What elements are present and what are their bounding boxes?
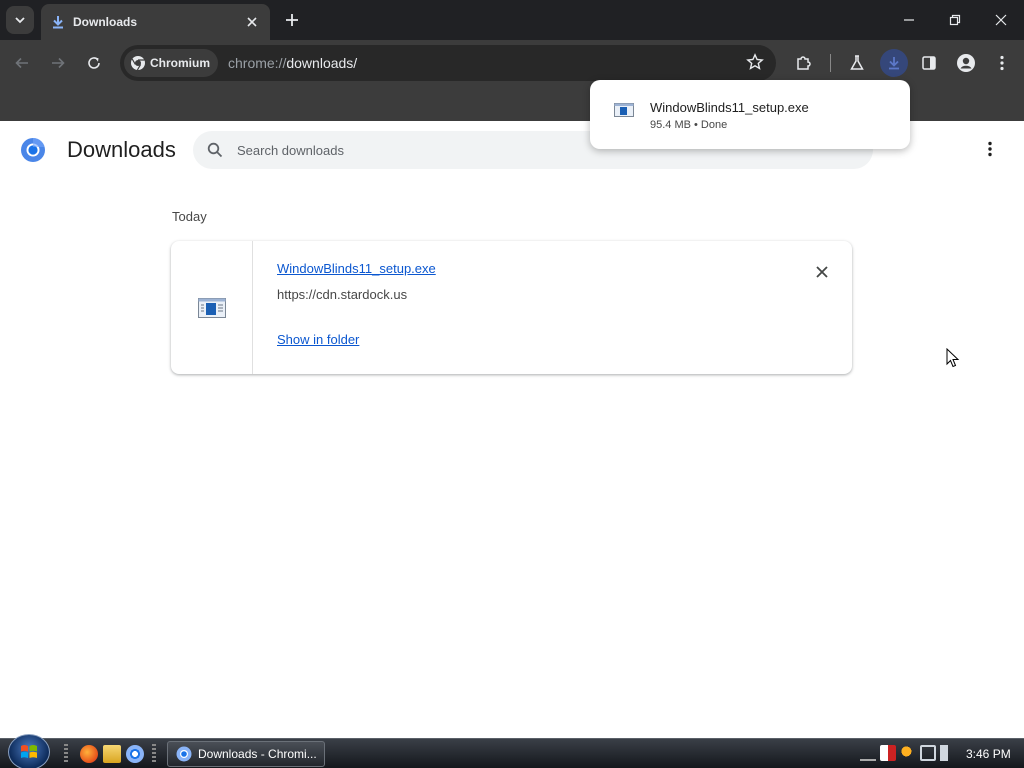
profile-button[interactable] xyxy=(952,49,980,77)
tab-search-button[interactable] xyxy=(6,6,34,34)
chevron-down-icon xyxy=(15,17,25,24)
taskbar: Downloads - Chromi... 3:46 PM xyxy=(0,734,1024,768)
file-icon-column xyxy=(171,241,253,374)
firefox-icon[interactable] xyxy=(80,745,98,763)
more-vert-icon xyxy=(988,141,992,157)
close-window-button[interactable] xyxy=(978,0,1024,40)
extensions-button[interactable] xyxy=(790,49,818,77)
plus-icon xyxy=(286,14,298,26)
file-name-link[interactable]: WindowBlinds11_setup.exe xyxy=(277,261,436,276)
system-tray xyxy=(860,745,956,761)
exe-file-icon xyxy=(614,103,634,117)
tray-hidden-icon[interactable] xyxy=(860,745,876,761)
account-icon xyxy=(957,54,975,72)
start-button[interactable] xyxy=(8,734,50,768)
download-icon xyxy=(53,16,63,29)
arrow-left-icon xyxy=(15,57,28,69)
taskbar-grip xyxy=(152,744,156,764)
reload-button[interactable] xyxy=(80,49,108,77)
chromium-logo-icon xyxy=(21,138,45,162)
file-source-url: https://cdn.stardock.us xyxy=(277,287,408,302)
minimize-button[interactable] xyxy=(886,0,932,40)
search-tray-icon[interactable] xyxy=(900,745,916,761)
bubble-file-name[interactable]: WindowBlinds11_setup.exe xyxy=(650,100,809,115)
address-bar[interactable]: Chromium chrome://downloads/ xyxy=(120,45,776,81)
puzzle-icon xyxy=(797,56,811,70)
restore-button[interactable] xyxy=(932,0,978,40)
reload-icon xyxy=(88,57,100,69)
url-scheme: chrome:// xyxy=(228,55,287,71)
url-path: downloads/ xyxy=(286,55,358,71)
download-bubble: WindowBlinds11_setup.exe 95.4 MB • Done xyxy=(590,80,910,149)
restore-icon xyxy=(949,14,961,26)
new-tab-button[interactable] xyxy=(280,8,304,32)
close-icon xyxy=(995,14,1007,26)
bookmark-star-button[interactable] xyxy=(746,53,764,76)
star-icon xyxy=(746,53,764,70)
page-title: Downloads xyxy=(67,137,176,162)
side-panel-icon xyxy=(922,56,936,70)
back-button[interactable] xyxy=(8,49,36,77)
network-icon[interactable] xyxy=(920,745,936,761)
remove-from-list-button[interactable] xyxy=(811,261,833,283)
taskbar-button-label: Downloads - Chromi... xyxy=(198,747,317,761)
bubble-file-status: 95.4 MB • Done xyxy=(650,119,728,131)
search-icon xyxy=(207,142,223,158)
volume-muted-icon[interactable] xyxy=(940,745,956,761)
downloads-page: Downloads Today WindowBlinds11_setup.exe… xyxy=(0,121,1024,738)
download-icon xyxy=(889,57,899,70)
arrow-right-icon xyxy=(52,57,65,69)
action-center-icon[interactable] xyxy=(880,745,896,761)
title-bar: Downloads xyxy=(0,0,1024,40)
labs-button[interactable] xyxy=(843,49,871,77)
close-icon xyxy=(816,266,828,278)
tab-downloads[interactable]: Downloads xyxy=(41,4,270,40)
flask-icon xyxy=(850,55,864,70)
chromium-logo-icon xyxy=(131,56,145,71)
taskbar-button-chromium[interactable]: Downloads - Chromi... xyxy=(167,741,325,767)
mouse-cursor-icon xyxy=(946,348,960,368)
windows-logo-icon xyxy=(21,745,37,758)
side-panel-button[interactable] xyxy=(915,49,943,77)
more-vert-icon xyxy=(1000,55,1004,71)
taskbar-clock[interactable]: 3:46 PM xyxy=(966,747,1011,761)
toolbar-divider xyxy=(830,54,831,72)
date-header: Today xyxy=(172,209,207,224)
tab-title: Downloads xyxy=(73,15,138,29)
site-chip-label: Chromium xyxy=(150,56,210,70)
taskbar-grip xyxy=(64,744,68,764)
chrome-menu-button[interactable] xyxy=(988,49,1016,77)
url-text: chrome://downloads/ xyxy=(228,55,357,71)
show-in-folder-link[interactable]: Show in folder xyxy=(277,332,359,347)
exe-file-icon xyxy=(197,297,226,318)
tab-close-button[interactable] xyxy=(242,12,262,32)
chromium-logo-icon xyxy=(176,746,192,762)
explorer-folder-icon[interactable] xyxy=(103,745,121,763)
downloads-button[interactable] xyxy=(880,49,908,77)
forward-button[interactable] xyxy=(44,49,72,77)
chromium-quicklaunch-icon[interactable] xyxy=(126,745,144,763)
close-icon xyxy=(247,17,257,27)
site-info-chip[interactable]: Chromium xyxy=(124,49,218,77)
minimize-icon xyxy=(904,19,914,21)
page-more-menu-button[interactable] xyxy=(978,137,1002,161)
download-item: WindowBlinds11_setup.exe https://cdn.sta… xyxy=(171,241,852,374)
